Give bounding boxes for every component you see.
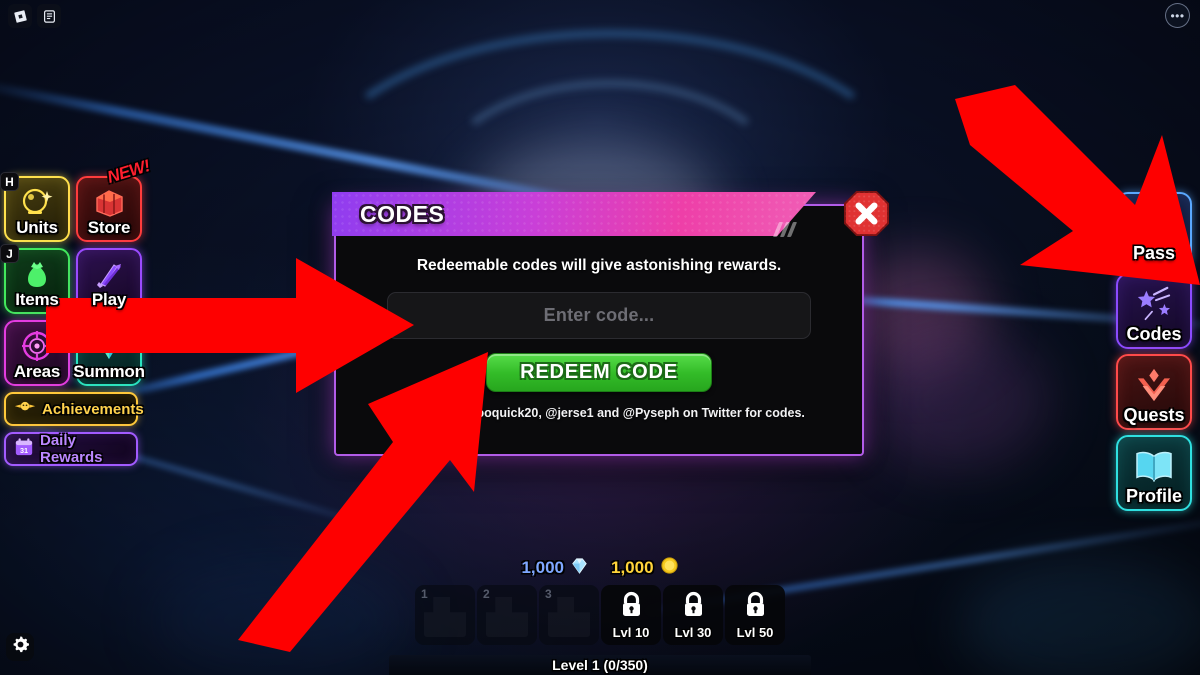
sidebar-item-achievements[interactable]: Achievements — [4, 392, 144, 426]
redeem-code-label: REDEEM CODE — [520, 361, 678, 383]
currency-gems: 1,000 — [521, 556, 589, 580]
open-book-icon — [1118, 445, 1190, 487]
hotbar: 1 2 3 Lvl 10 Lvl 30 Lvl 50 — [0, 585, 1200, 645]
svg-text:31: 31 — [20, 445, 28, 454]
hotbar-slot-locked[interactable]: Lvl 30 — [663, 585, 723, 645]
slot-unlock-level: Lvl 30 — [674, 624, 712, 640]
units-keybind-badge: H — [0, 172, 19, 191]
gems-amount: 1,000 — [521, 558, 564, 577]
sidebar-item-label: Daily Rewards — [40, 432, 103, 466]
roblox-logo-icon[interactable] — [8, 4, 32, 28]
sidebar-item-store[interactable]: NEW! Store — [76, 156, 152, 242]
codes-dialog-header: CODES — [332, 192, 816, 236]
sidebar-item-profile[interactable]: Profile — [1116, 435, 1192, 511]
sidebar-item-label: Profile — [1125, 486, 1182, 506]
level-progress-label: Level 1 (0/350) — [552, 657, 648, 673]
sidebar-item-units[interactable]: H Units — [0, 172, 70, 242]
slot-number: 3 — [545, 587, 552, 601]
currency-coins: 1,000 — [611, 556, 679, 580]
sidebar-item-label: Units — [16, 218, 58, 237]
gem-icon — [570, 556, 589, 580]
close-icon — [843, 190, 890, 242]
chevron-crest-icon — [1118, 364, 1190, 406]
game-screen: ••• H Units NEW! Store J Items Play Area… — [0, 0, 1200, 675]
slot-empty-silhouette — [548, 597, 590, 637]
hotbar-slot-locked[interactable]: Lvl 50 — [725, 585, 785, 645]
sidebar-item-daily-rewards[interactable]: 31 Daily Rewards — [4, 432, 138, 466]
sidebar-item-label: Store — [87, 218, 131, 237]
lock-icon — [618, 591, 645, 624]
sidebar-item-label: Items — [15, 290, 59, 309]
bottom-hud: 1,000 1,000 1 2 3 Lvl 10 Lvl 30 Lvl 50 L… — [0, 555, 1200, 675]
left-menu-row: H Units NEW! Store — [0, 156, 152, 242]
sidebar-item-quests[interactable]: Quests — [1116, 354, 1192, 430]
sidebar-item-label: Codes — [1126, 324, 1182, 344]
calendar-31-icon: 31 — [14, 437, 34, 462]
slot-unlock-level: Lvl 10 — [612, 624, 650, 640]
slot-unlock-level: Lvl 50 — [736, 624, 774, 640]
slot-empty-silhouette — [486, 597, 528, 637]
sidebar-item-label: Play — [91, 290, 127, 309]
lock-icon — [742, 591, 769, 624]
hotbar-slot-locked[interactable]: Lvl 10 — [601, 585, 661, 645]
lock-icon — [680, 591, 707, 624]
level-progress-bar: Level 1 (0/350) — [389, 655, 811, 675]
codes-dialog-title: CODES — [360, 200, 445, 227]
winged-badge-icon — [14, 400, 36, 419]
sidebar-item-label: Areas — [13, 362, 61, 381]
roblox-topbar: ••• — [0, 0, 1200, 30]
code-input-placeholder: Enter code... — [543, 305, 655, 325]
currency-bar: 1,000 1,000 — [0, 555, 1200, 581]
code-input[interactable]: Enter code... — [387, 292, 811, 339]
sidebar-item-label: Quests — [1123, 405, 1185, 425]
sidebar-item-label: Pass — [1132, 243, 1176, 263]
items-keybind-badge: J — [0, 244, 19, 263]
hotbar-slot[interactable]: 3 — [539, 585, 599, 645]
shooting-stars-icon — [1118, 283, 1190, 325]
menu-list-icon[interactable] — [37, 4, 61, 28]
redeem-code-button[interactable]: REDEEM CODE — [486, 353, 712, 392]
codes-dialog-subtitle: Redeemable codes will give astonishing r… — [416, 257, 782, 274]
coin-icon — [660, 556, 679, 580]
sidebar-item-label: Achievements — [42, 400, 144, 418]
sidebar-item-label: Summon — [73, 362, 145, 381]
treasure-chest-icon — [78, 184, 140, 220]
coins-amount: 1,000 — [611, 558, 654, 577]
arrow-to-redeem-button — [238, 352, 488, 652]
more-options-button[interactable]: ••• — [1165, 3, 1190, 28]
close-button[interactable] — [843, 190, 890, 242]
